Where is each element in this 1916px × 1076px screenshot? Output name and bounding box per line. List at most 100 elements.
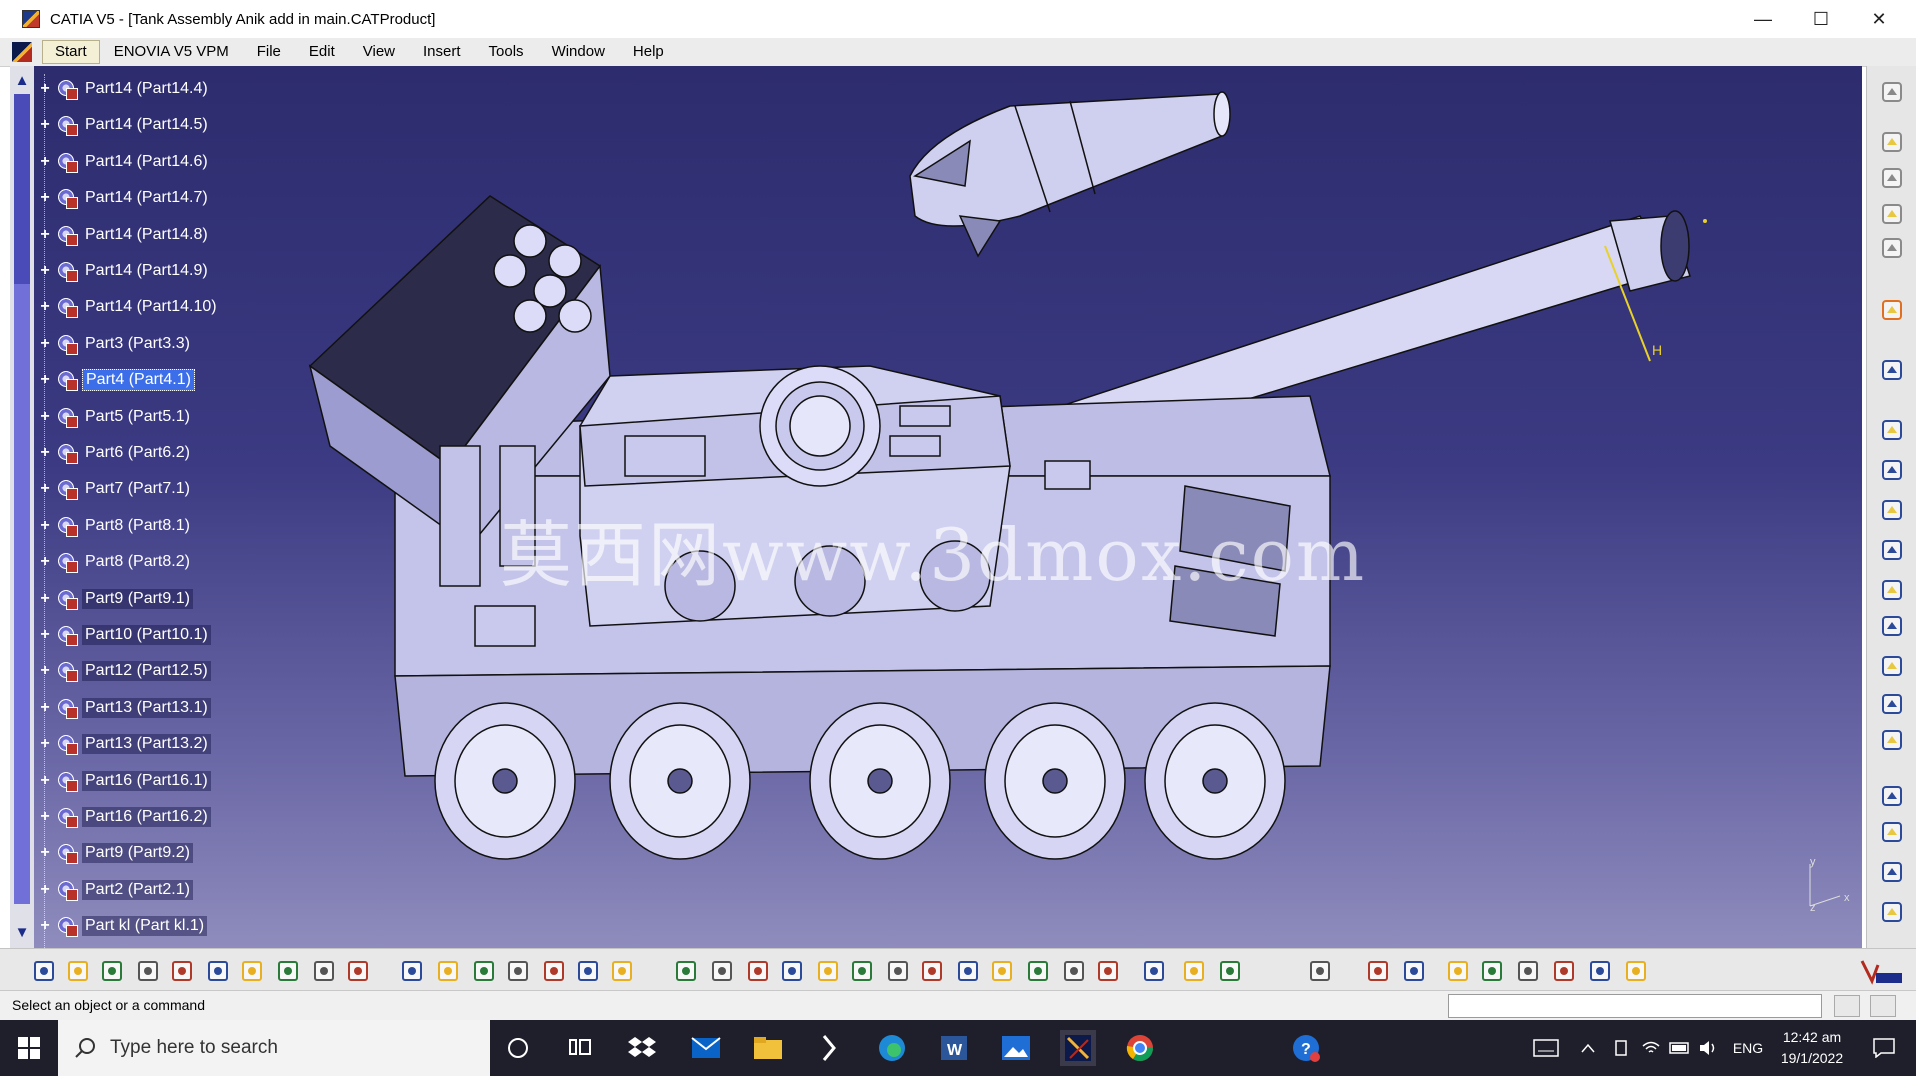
solid-icon[interactable] [1877, 690, 1907, 718]
minimize-button[interactable]: — [1734, 0, 1792, 38]
capture-icon[interactable] [1306, 957, 1334, 985]
windows-start-button[interactable] [0, 1020, 58, 1076]
expand-plus-icon[interactable]: + [38, 699, 52, 715]
expand-plus-icon[interactable]: + [38, 663, 52, 679]
tree-item-label[interactable]: Part7 (Part7.1) [82, 479, 193, 499]
tree-item[interactable]: + Part9 (Part9.2) [36, 838, 193, 868]
tree-item-label[interactable]: Part4 (Part4.1) [82, 369, 195, 392]
command-input[interactable] [1448, 994, 1822, 1018]
tree-scrollbar[interactable]: ▲ ▼ [10, 66, 34, 948]
sketch-icon[interactable] [1877, 234, 1907, 262]
design-table-icon[interactable] [608, 957, 636, 985]
help-app-icon[interactable]: ? [1288, 1030, 1324, 1066]
word-icon[interactable]: W [936, 1030, 972, 1066]
tree-item[interactable]: + Part14 (Part14.10) [36, 292, 220, 322]
device-icon[interactable] [1610, 1020, 1632, 1076]
shading-icon[interactable] [988, 957, 1016, 985]
measure-icon[interactable] [1140, 957, 1168, 985]
menu-edit[interactable]: Edit [295, 38, 349, 66]
tree-item-label[interactable]: Part14 (Part14.4) [82, 79, 211, 99]
expand-plus-icon[interactable]: + [38, 263, 52, 279]
expand-plus-icon[interactable]: + [38, 408, 52, 424]
tree-item[interactable]: + Part7 (Part7.1) [36, 474, 193, 504]
expand-plus-icon[interactable]: + [38, 190, 52, 206]
menu-tools[interactable]: Tools [475, 38, 538, 66]
clock-date[interactable]: 19/1/2022 [1770, 1050, 1854, 1066]
tree-item-label[interactable]: Part12 (Part12.5) [82, 661, 211, 682]
expand-plus-icon[interactable]: + [38, 226, 52, 242]
menu-insert[interactable]: Insert [409, 38, 475, 66]
expand-plus-icon[interactable]: + [38, 627, 52, 643]
loft-icon[interactable] [1877, 726, 1907, 754]
taskbar-search-box[interactable]: Type here to search [58, 1020, 490, 1076]
tree-item[interactable]: + Part8 (Part8.2) [36, 547, 193, 577]
scroll-thumb[interactable] [14, 94, 30, 284]
expand-plus-icon[interactable]: + [38, 445, 52, 461]
sketch-icon[interactable] [1877, 164, 1907, 192]
sketch-icon[interactable] [1877, 200, 1907, 228]
tree-item-label[interactable]: Part10 (Part10.1) [82, 625, 211, 645]
expand-plus-icon[interactable]: + [38, 117, 52, 133]
apply-material-icon[interactable] [1400, 957, 1428, 985]
open-icon[interactable] [64, 957, 92, 985]
search-icon[interactable] [1870, 995, 1896, 1017]
expand-plus-icon[interactable]: + [38, 772, 52, 788]
normal-view-icon[interactable] [884, 957, 912, 985]
tree-item[interactable]: + Part6 (Part6.2) [36, 438, 193, 468]
save-icon[interactable] [98, 957, 126, 985]
cut-icon[interactable] [168, 957, 196, 985]
scroll-track[interactable] [14, 284, 30, 904]
tree-item[interactable]: + Part14 (Part14.5) [36, 110, 211, 140]
chrome-icon[interactable] [1122, 1030, 1158, 1066]
whats-this-icon[interactable] [344, 957, 372, 985]
zoom-in-icon[interactable] [814, 957, 842, 985]
expand-plus-icon[interactable]: + [38, 590, 52, 606]
pan-icon[interactable] [744, 957, 772, 985]
update-icon[interactable] [1364, 957, 1392, 985]
notifications-icon[interactable] [1864, 1020, 1904, 1076]
slot-icon[interactable] [1877, 652, 1907, 680]
remove-loft-icon[interactable] [1877, 782, 1907, 810]
expand-plus-icon[interactable]: + [38, 918, 52, 934]
maximize-button[interactable]: ☐ [1792, 0, 1850, 38]
thickness-icon[interactable] [1877, 898, 1907, 926]
expand-plus-icon[interactable]: + [38, 481, 52, 497]
tree-item[interactable]: + Part9 (Part9.1) [36, 584, 193, 614]
tree-item[interactable]: + Part14 (Part14.9) [36, 256, 211, 286]
task-view-icon[interactable] [562, 1030, 598, 1066]
pocket-icon[interactable] [1877, 456, 1907, 484]
shell-icon[interactable] [1877, 858, 1907, 886]
catalog-icon[interactable] [574, 957, 602, 985]
rib-icon[interactable] [1877, 612, 1907, 640]
sketcher-icon[interactable] [1877, 356, 1907, 384]
tree-item-label[interactable]: Part16 (Part16.2) [82, 807, 211, 827]
centre-of-gravity-icon[interactable] [1216, 957, 1244, 985]
keyboard-icon[interactable] [1530, 1020, 1562, 1076]
edge-icon[interactable] [874, 1030, 910, 1066]
tree-item[interactable]: + Part12 (Part12.5) [36, 656, 211, 686]
tree-item[interactable]: + Part14 (Part14.4) [36, 74, 211, 104]
power-input-icon[interactable] [1834, 995, 1860, 1017]
expand-plus-icon[interactable]: + [38, 153, 52, 169]
3d-viewport[interactable]: 莫西网www.3dmox.com H y x z [10, 66, 1862, 948]
expand-plus-icon[interactable]: + [38, 881, 52, 897]
menu-enovia[interactable]: ENOVIA V5 VPM [100, 38, 243, 66]
tree-item-label[interactable]: Part8 (Part8.1) [82, 516, 193, 536]
tree-item-label[interactable]: Part13 (Part13.2) [82, 734, 211, 755]
rotate-icon[interactable] [778, 957, 806, 985]
tree-item-label[interactable]: Part6 (Part6.2) [82, 443, 193, 463]
expand-plus-icon[interactable]: + [38, 81, 52, 97]
tree-item[interactable]: + Part3 (Part3.3) [36, 329, 193, 359]
swap-icon[interactable] [1060, 957, 1088, 985]
redo-icon[interactable] [310, 957, 338, 985]
gear-icon[interactable] [1877, 78, 1907, 106]
select-arrow-icon[interactable] [1877, 296, 1907, 324]
tree-item[interactable]: + Part13 (Part13.2) [36, 729, 211, 759]
expand-plus-icon[interactable]: + [38, 335, 52, 351]
fly-mode-icon[interactable] [672, 957, 700, 985]
axis-system-icon[interactable] [1444, 957, 1472, 985]
zoom-out-icon[interactable] [848, 957, 876, 985]
tree-item-label[interactable]: Part14 (Part14.7) [82, 188, 211, 208]
tree-icon[interactable] [540, 957, 568, 985]
tree-item[interactable]: + Part4 (Part4.1) [36, 365, 195, 395]
